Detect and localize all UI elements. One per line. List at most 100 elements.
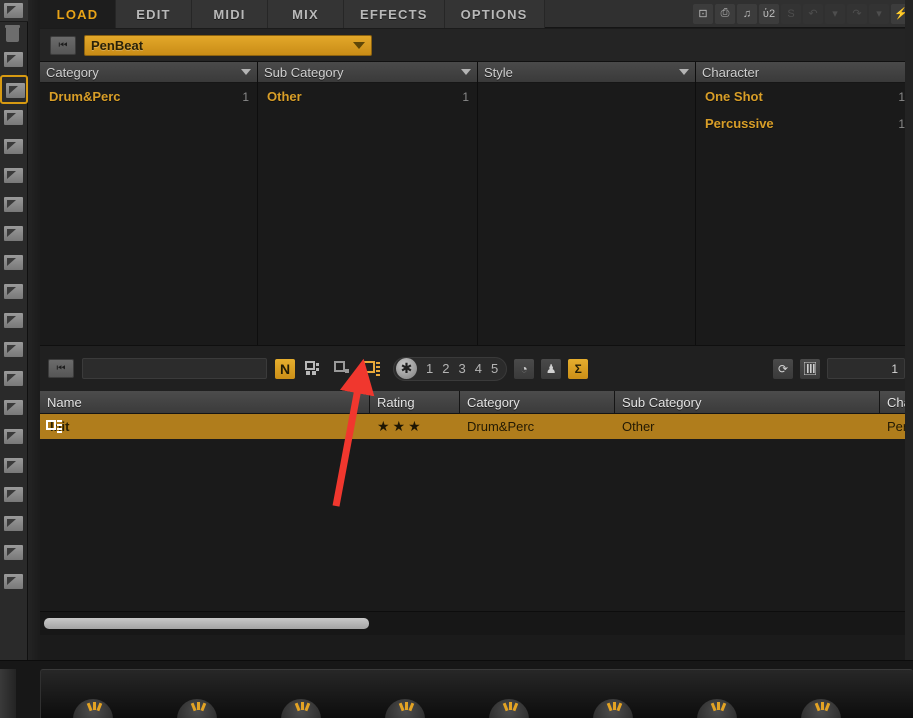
rating-3[interactable]: 3 <box>458 361 465 376</box>
attribute-column-header[interactable]: Category <box>40 62 257 83</box>
rack-slot-15[interactable] <box>0 481 28 510</box>
rack-slot-11[interactable] <box>0 365 28 394</box>
person-icon[interactable]: ♟ <box>541 358 562 379</box>
rack-slot-10[interactable] <box>0 336 28 365</box>
small-grid-view-icon[interactable] <box>332 358 354 380</box>
knob-tick <box>616 702 623 712</box>
rack-slot-icon <box>4 400 23 415</box>
tab-options[interactable]: OPTIONS <box>444 0 545 28</box>
rack-slot-4[interactable] <box>0 162 28 191</box>
half-circle-icon[interactable]: ◔ <box>514 358 535 379</box>
bottom-panel-body <box>40 669 913 718</box>
rack-strip-header <box>0 0 28 22</box>
attribute-column-header[interactable]: Sub Category <box>258 62 477 83</box>
chevron-down-icon[interactable] <box>241 69 251 75</box>
tab-load[interactable]: LOAD <box>40 0 116 28</box>
attribute-column-header-label: Character <box>702 64 760 80</box>
instrument-knob-4[interactable] <box>489 699 529 718</box>
result-count-input[interactable] <box>827 358 905 379</box>
attribute-column-header[interactable]: Character <box>696 62 913 83</box>
results-column-header[interactable]: Category <box>460 391 615 414</box>
nks-badge-button[interactable]: N <box>274 358 296 380</box>
rating-5[interactable]: 5 <box>491 361 498 376</box>
undo-icon-glyph: ↶ <box>808 8 818 20</box>
rating-star-icon[interactable]: ✱ <box>396 358 417 379</box>
rack-slot-3[interactable] <box>0 133 28 162</box>
attribute-row[interactable]: Drum&Perc 1 <box>40 83 257 110</box>
sigma-icon[interactable]: Σ <box>568 358 589 379</box>
attribute-row-count: 1 <box>462 89 469 104</box>
rack-slot-12[interactable] <box>0 394 28 423</box>
rack-slot-13[interactable] <box>0 423 28 452</box>
chevron-down-icon[interactable] <box>679 69 689 75</box>
knob-tick <box>613 702 616 710</box>
attribute-row[interactable]: Other 1 <box>258 83 477 110</box>
list-view-glyph <box>363 360 380 376</box>
previous-instrument-button[interactable]: ⏮ <box>50 35 76 55</box>
rack-slot-0[interactable] <box>0 46 28 75</box>
results-column-header[interactable]: Rating <box>370 391 460 414</box>
purge-icon[interactable]: ⊡ <box>693 3 713 24</box>
results-column-header[interactable]: Name <box>40 391 370 414</box>
columns-icon[interactable] <box>800 358 820 379</box>
rack-slot-icon <box>4 458 23 473</box>
undo-dropdown-icon-glyph: ▾ <box>832 8 838 20</box>
rack-slot-14[interactable] <box>0 452 28 481</box>
table-row[interactable]: Init ★★★ Drum&Perc Other Per <box>40 414 913 439</box>
instrument-knob-5[interactable] <box>593 699 633 718</box>
reset-filter-button[interactable]: ⏮ <box>48 359 74 378</box>
trash-icon[interactable] <box>5 25 20 42</box>
redo-dropdown-icon[interactable]: ▾ <box>869 3 889 24</box>
horizontal-scrollbar-thumb[interactable] <box>44 618 369 629</box>
redo-icon[interactable]: ↷ <box>847 3 867 24</box>
rack-slot-5[interactable] <box>0 191 28 220</box>
rack-slot-icon <box>6 83 25 98</box>
multiscript-icon[interactable]: ⎙ <box>715 3 735 24</box>
instrument-knob-0[interactable] <box>73 699 113 718</box>
solo-icon[interactable]: S <box>781 3 801 24</box>
chevron-down-icon[interactable] <box>461 69 471 75</box>
search-input[interactable] <box>82 358 267 379</box>
nks-badge-icon: N <box>275 358 295 379</box>
rack-slot-17[interactable] <box>0 539 28 568</box>
instrument-knob-1[interactable] <box>177 699 217 718</box>
instrument-knob-2[interactable] <box>281 699 321 718</box>
rating-1[interactable]: 1 <box>426 361 433 376</box>
horizontal-scrollbar[interactable] <box>40 611 913 635</box>
undo-dropdown-icon[interactable]: ▾ <box>825 3 845 24</box>
rack-slot-8[interactable] <box>0 278 28 307</box>
previous-icon: ⏮ <box>58 39 68 51</box>
refresh-icon[interactable]: ⟳ <box>773 358 793 379</box>
lock-icon[interactable]: ὑ2 <box>759 3 779 24</box>
rack-slot-18[interactable] <box>0 568 28 597</box>
attribute-row[interactable]: One Shot 1 <box>696 83 913 110</box>
instrument-knob-6[interactable] <box>697 699 737 718</box>
instrument-dropdown[interactable]: PenBeat <box>84 34 372 56</box>
rating-4[interactable]: 4 <box>475 361 482 376</box>
result-subcategory: Other <box>622 419 655 434</box>
tab-mix[interactable]: MIX <box>268 0 344 28</box>
rack-slot-2[interactable] <box>0 104 28 133</box>
rack-slot-6[interactable] <box>0 220 28 249</box>
attribute-column-header[interactable]: Style <box>478 62 695 83</box>
rack-slot-9[interactable] <box>0 307 28 336</box>
tab-edit[interactable]: EDIT <box>116 0 192 28</box>
rack-slot-16[interactable] <box>0 510 28 539</box>
instrument-knob-7[interactable] <box>801 699 841 718</box>
rack-slot-1[interactable] <box>0 75 28 104</box>
rack-slot-7[interactable] <box>0 249 28 278</box>
attribute-row[interactable]: Percussive 1 <box>696 110 913 137</box>
grid-view-icon[interactable] <box>303 358 325 380</box>
tab-midi[interactable]: MIDI <box>192 0 268 28</box>
midi-note-icon[interactable]: ♫ <box>737 3 757 24</box>
result-name: Init <box>50 419 70 434</box>
undo-icon[interactable]: ↶ <box>803 3 823 24</box>
attribute-row-count: 1 <box>898 89 905 104</box>
rating-2[interactable]: 2 <box>442 361 449 376</box>
list-view-icon[interactable] <box>361 358 383 380</box>
tab-effects[interactable]: EFFECTS <box>344 0 445 28</box>
chevron-down-icon <box>353 41 365 49</box>
results-column-header[interactable]: Sub Category <box>615 391 880 414</box>
knob-tick <box>96 702 103 712</box>
instrument-knob-3[interactable] <box>385 699 425 718</box>
